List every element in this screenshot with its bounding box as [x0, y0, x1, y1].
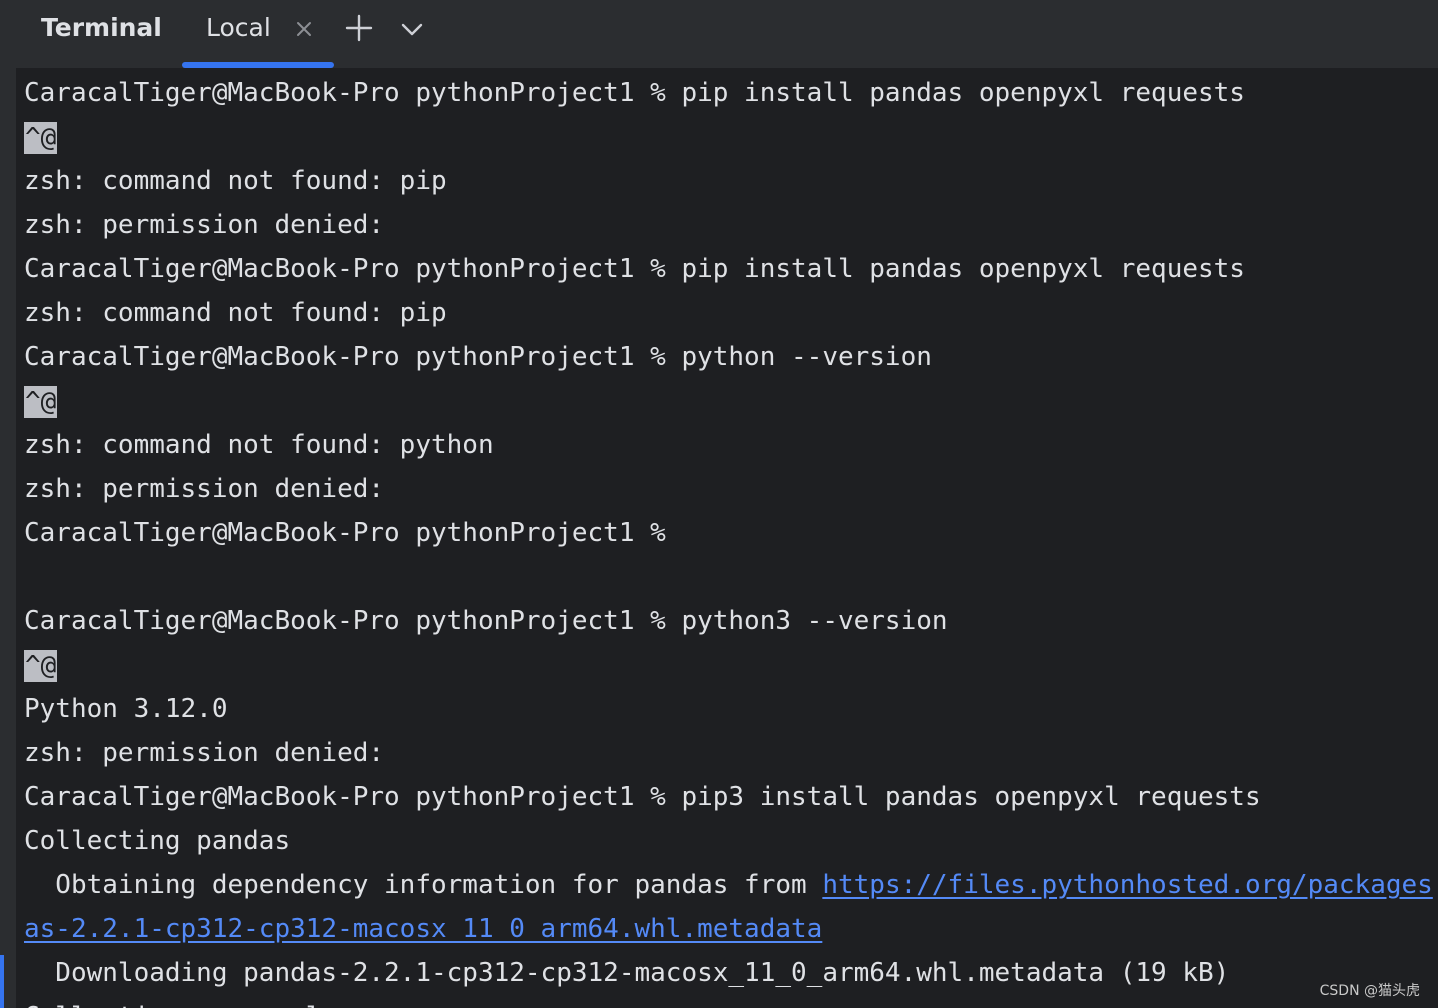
terminal-line: Downloading pandas-2.2.1-cp312-cp312-mac…	[24, 958, 1230, 988]
terminal-line: CaracalTiger@MacBook-Pro pythonProject1 …	[24, 78, 1245, 108]
control-char-highlight: ^@	[24, 121, 58, 154]
tab-label: Local	[206, 13, 271, 42]
tab-local[interactable]: Local	[182, 0, 334, 68]
terminal-line: Python 3.12.0	[24, 694, 228, 724]
terminal-line: CaracalTiger@MacBook-Pro pythonProject1 …	[24, 518, 666, 548]
terminal-link[interactable]: https://files.pythonhosted.org/packages	[822, 870, 1432, 900]
close-icon[interactable]	[294, 19, 314, 39]
left-gutter	[0, 0, 16, 1008]
terminal-line: zsh: permission denied:	[24, 474, 385, 504]
terminal-line: ^@	[24, 643, 58, 687]
terminal-line: CaracalTiger@MacBook-Pro pythonProject1 …	[24, 606, 948, 636]
control-char-highlight: ^@	[24, 649, 58, 682]
terminal-line: CaracalTiger@MacBook-Pro pythonProject1 …	[24, 342, 932, 372]
terminal-link[interactable]: as-2.2.1-cp312-cp312-macosx_11_0_arm64.w…	[24, 914, 822, 944]
chevron-down-icon[interactable]	[398, 16, 426, 42]
terminal-line: ^@	[24, 115, 58, 159]
terminal-line: zsh: permission denied:	[24, 210, 385, 240]
terminal-line: CaracalTiger@MacBook-Pro pythonProject1 …	[24, 782, 1261, 812]
terminal-text: Obtaining dependency information for pan…	[24, 870, 823, 900]
terminal-line: Collecting pandas	[24, 826, 291, 856]
terminal-line: zsh: command not found: pip	[24, 298, 447, 328]
side-panel-indicator	[0, 955, 4, 1008]
terminal-line: zsh: command not found: python	[24, 430, 494, 460]
terminal-line: Collecting openpyxl	[24, 995, 321, 1008]
terminal-output[interactable]: CaracalTiger@MacBook-Pro pythonProject1 …	[16, 68, 1438, 1008]
terminal-line: CaracalTiger@MacBook-Pro pythonProject1 …	[24, 254, 1245, 284]
terminal-line: as-2.2.1-cp312-cp312-macosx_11_0_arm64.w…	[24, 907, 822, 951]
watermark: CSDN @猫头虎	[1319, 983, 1420, 999]
terminal-tool-window-header: Terminal Local	[0, 0, 1438, 68]
terminal-line: Obtaining dependency information for pan…	[24, 863, 1433, 907]
tool-window-title: Terminal	[41, 13, 162, 42]
terminal-line: zsh: permission denied:	[24, 738, 385, 768]
plus-icon[interactable]	[344, 13, 374, 43]
terminal-line: zsh: command not found: pip	[24, 166, 447, 196]
terminal-line: ^@	[24, 379, 58, 423]
control-char-highlight: ^@	[24, 385, 58, 418]
